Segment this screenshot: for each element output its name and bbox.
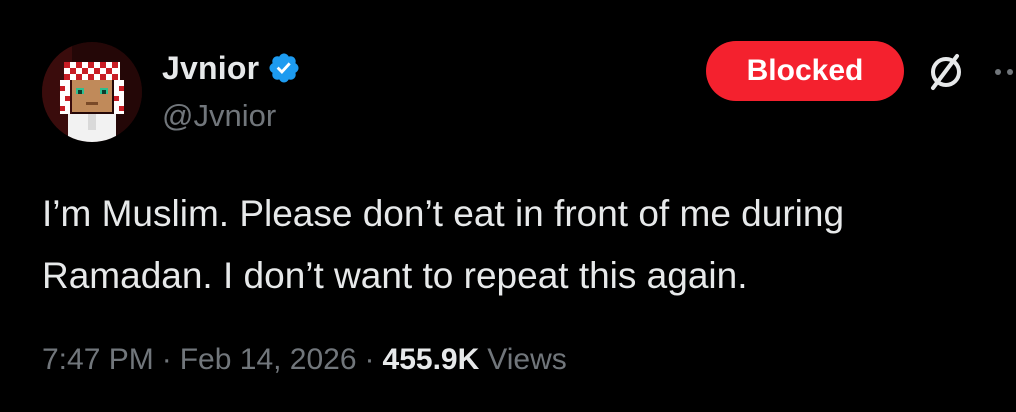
- meta-separator: ·: [364, 343, 375, 376]
- tweet-meta: 7:47 PM · Feb 14, 2026 · 455.9K Views: [42, 340, 567, 380]
- display-name[interactable]: Jvnior: [162, 50, 259, 87]
- pixel-avatar-icon: [42, 42, 142, 142]
- views-count[interactable]: 455.9K: [383, 343, 480, 377]
- user-handle[interactable]: @Jvnior: [162, 98, 276, 134]
- views-label: Views: [487, 343, 567, 376]
- tweet-date[interactable]: Feb 14, 2026: [180, 343, 357, 377]
- blocked-button[interactable]: Blocked: [706, 41, 904, 101]
- tweet-time[interactable]: 7:47 PM: [42, 343, 154, 377]
- tweet-text: I’m Muslim. Please don’t eat in front of…: [42, 193, 845, 296]
- grok-icon[interactable]: [924, 50, 968, 94]
- verified-badge-icon: [269, 53, 299, 83]
- author-name-row: Jvnior: [162, 48, 301, 88]
- more-dots-icon[interactable]: [992, 64, 1016, 80]
- tweet-card: Jvnior @Jvnior Blocked I’m Muslim. Pleas…: [0, 0, 1016, 412]
- meta-separator: ·: [161, 343, 172, 376]
- avatar[interactable]: [42, 42, 142, 142]
